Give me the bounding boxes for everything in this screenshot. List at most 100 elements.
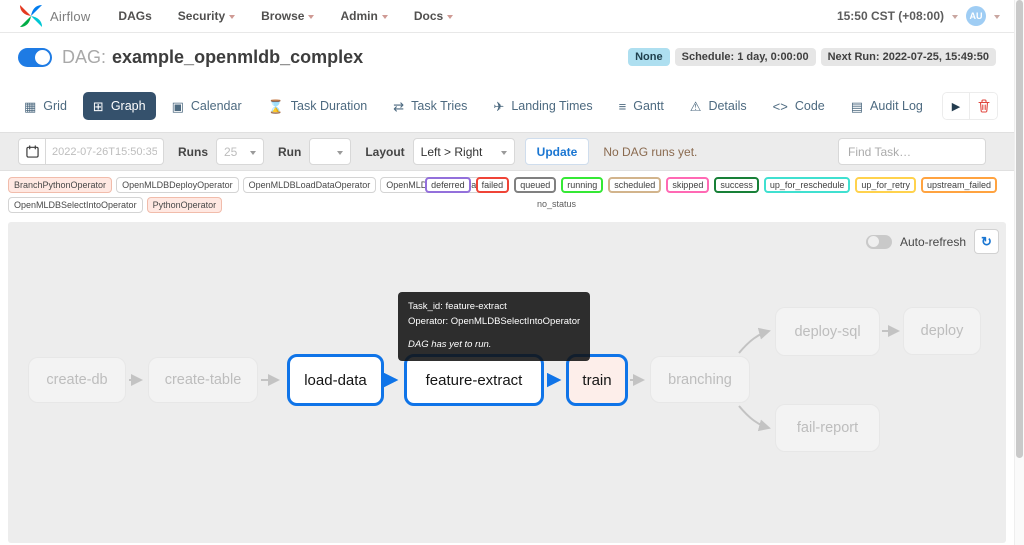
num-runs-select[interactable]: 25 bbox=[216, 138, 264, 165]
tooltip-task-id: Task_id: feature-extract bbox=[408, 301, 507, 312]
tab-grid[interactable]: ▦ Grid bbox=[14, 92, 77, 120]
nav-admin[interactable]: Admin bbox=[340, 9, 388, 23]
state-badge-deferred[interactable]: deferred bbox=[425, 177, 471, 193]
toggle-knob bbox=[34, 49, 50, 65]
nav-dags[interactable]: DAGs bbox=[118, 9, 151, 23]
chevron-down-icon bbox=[500, 150, 507, 155]
state-badge-scheduled[interactable]: scheduled bbox=[608, 177, 662, 193]
schedule-none-badge: None bbox=[628, 48, 670, 66]
calendar-icon: ▣ bbox=[171, 98, 184, 114]
pinwheel-icon bbox=[19, 4, 43, 28]
tooltip-hint: DAG has yet to run. bbox=[408, 339, 492, 351]
dag-view-tabs: ▦ Grid ⊞ Graph ▣ Calendar ⌛ Task Duration ⇄ T… bbox=[0, 84, 1014, 128]
run-select[interactable] bbox=[309, 138, 352, 165]
schedule-badge: Schedule: 1 day, 0:00:00 bbox=[674, 48, 816, 66]
tab-task-duration[interactable]: ⌛ Task Duration bbox=[258, 92, 378, 120]
graph-panel: Auto-refresh ↻ create-db create-table lo… bbox=[8, 222, 1006, 543]
tab-details[interactable]: ⚠ Details bbox=[680, 92, 757, 120]
nav-security[interactable]: Security bbox=[178, 9, 236, 23]
chevron-down-icon bbox=[952, 15, 958, 19]
repeat-icon: ⇄ bbox=[393, 98, 405, 114]
state-badge-skipped[interactable]: skipped bbox=[666, 177, 710, 193]
chevron-down-icon bbox=[447, 15, 454, 19]
tabs: ▦ Grid ⊞ Graph ▣ Calendar ⌛ Task Duration ⇄ T… bbox=[14, 92, 933, 120]
main-nav: DAGs Security Browse Admin Docs bbox=[118, 9, 454, 23]
dag-header-row: DAG: example_openmldb_complex None Sched… bbox=[0, 34, 1014, 80]
dag-badges: None Schedule: 1 day, 0:00:00 Next Run: … bbox=[628, 48, 996, 66]
find-task-input[interactable] bbox=[838, 138, 986, 165]
chevron-down-icon bbox=[337, 150, 344, 155]
tab-code[interactable]: <> Code bbox=[763, 92, 835, 120]
no-runs-message: No DAG runs yet. bbox=[603, 144, 698, 159]
task-node-train[interactable]: train bbox=[566, 354, 628, 406]
state-badge-success[interactable]: success bbox=[714, 177, 759, 193]
tab-task-tries[interactable]: ⇄ Task Tries bbox=[383, 92, 477, 120]
task-node-feature-extract[interactable]: feature-extract bbox=[404, 354, 544, 406]
task-node-deploy-sql[interactable]: deploy-sql bbox=[775, 307, 880, 356]
state-badge-upstream-failed[interactable]: upstream_failed bbox=[920, 177, 997, 193]
grid-icon: ▦ bbox=[24, 98, 37, 114]
dag-action-buttons: ▶ bbox=[942, 92, 998, 120]
file-icon: ▤ bbox=[850, 98, 864, 114]
layout-label: Layout bbox=[365, 144, 405, 159]
brand-name: Airflow bbox=[50, 8, 91, 24]
chevron-down-icon bbox=[229, 15, 236, 19]
operator-badge: OpenMLDBSelectIntoOperator bbox=[8, 197, 143, 213]
operator-badge: OpenMLDBLoadDataOperator bbox=[242, 177, 377, 193]
task-node-create-table[interactable]: create-table bbox=[148, 357, 258, 403]
state-badge-up-for-retry[interactable]: up_for_retry bbox=[855, 177, 916, 193]
header-right: 15:50 CST (+08:00) AU bbox=[837, 6, 1000, 26]
operator-badge: OpenMLDBDeployOperator bbox=[116, 177, 239, 193]
code-icon: <> bbox=[772, 98, 788, 114]
tab-graph[interactable]: ⊞ Graph bbox=[82, 92, 156, 120]
avatar[interactable]: AU bbox=[966, 6, 986, 26]
state-legend: deferred failed queued running scheduled… bbox=[425, 177, 997, 193]
task-node-branching[interactable]: branching bbox=[650, 356, 750, 403]
date-picker-button[interactable] bbox=[18, 138, 46, 165]
details-icon: ⚠ bbox=[689, 98, 702, 114]
tooltip-operator: Operator: OpenMLDBSelectIntoOperator bbox=[408, 315, 581, 327]
calendar-icon bbox=[25, 145, 39, 158]
delete-dag-button[interactable] bbox=[970, 93, 997, 119]
task-node-deploy[interactable]: deploy bbox=[903, 307, 981, 355]
operator-badge: PythonOperator bbox=[146, 197, 223, 213]
gantt-icon: ≡ bbox=[618, 98, 627, 114]
run-label: Run bbox=[278, 144, 302, 159]
tab-calendar[interactable]: ▣ Calendar bbox=[162, 92, 252, 120]
runs-label: Runs bbox=[178, 144, 208, 159]
nav-docs[interactable]: Docs bbox=[414, 9, 454, 23]
state-badge-running[interactable]: running bbox=[561, 177, 604, 193]
tab-landing-times[interactable]: ✈ Landing Times bbox=[483, 92, 602, 120]
layout-select[interactable]: Left > Right bbox=[412, 138, 515, 165]
next-run-badge: Next Run: 2022-07-25, 15:49:50 bbox=[820, 48, 996, 66]
dag-pause-toggle[interactable] bbox=[18, 47, 52, 67]
legend-row: BranchPythonOperator OpenMLDBDeployOpera… bbox=[0, 171, 1014, 222]
tab-gantt[interactable]: ≡ Gantt bbox=[609, 92, 674, 120]
graph-icon: ⊞ bbox=[92, 98, 104, 114]
state-badge-up-for-reschedule[interactable]: up_for_reschedule bbox=[763, 177, 851, 193]
top-navbar: Airflow DAGs Security Browse Admin Docs … bbox=[0, 0, 1014, 33]
task-node-fail-report[interactable]: fail-report bbox=[775, 404, 880, 452]
hourglass-icon: ⌛ bbox=[267, 98, 284, 114]
airflow-logo[interactable]: Airflow bbox=[18, 3, 90, 29]
trigger-dag-button[interactable]: ▶ bbox=[943, 93, 970, 119]
nav-browse[interactable]: Browse bbox=[261, 9, 315, 23]
update-button[interactable]: Update bbox=[524, 138, 590, 165]
dag-run-filter-bar: Runs 25 Run Layout Left > Right Update N… bbox=[0, 132, 1014, 171]
play-icon: ▶ bbox=[951, 100, 961, 113]
scrollbar-thumb[interactable] bbox=[1016, 0, 1023, 458]
tab-audit-log[interactable]: ▤ Audit Log bbox=[841, 92, 933, 120]
task-node-load-data[interactable]: load-data bbox=[287, 354, 384, 406]
dag-label: DAG: bbox=[62, 46, 107, 67]
chevron-down-icon bbox=[250, 150, 256, 155]
operator-badge: BranchPythonOperator bbox=[8, 177, 113, 193]
tooltip-spacer bbox=[408, 329, 580, 338]
vertical-scrollbar[interactable] bbox=[1014, 0, 1024, 545]
state-badge-failed[interactable]: failed bbox=[475, 177, 510, 193]
base-date-input[interactable] bbox=[46, 138, 164, 165]
clock-dropdown[interactable]: 15:50 CST (+08:00) bbox=[837, 9, 944, 23]
plane-landing-icon: ✈ bbox=[493, 98, 505, 114]
state-badge-queued[interactable]: queued bbox=[514, 177, 557, 193]
dag-title: example_openmldb_complex bbox=[112, 46, 364, 67]
task-node-create-db[interactable]: create-db bbox=[28, 357, 126, 403]
